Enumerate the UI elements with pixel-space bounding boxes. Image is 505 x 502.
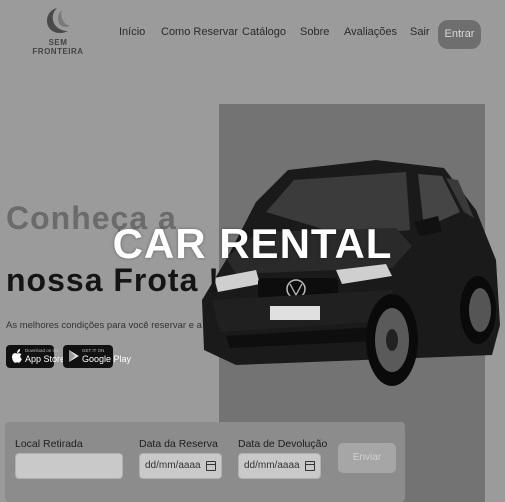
car-image [202,160,500,386]
nav-catalogo[interactable]: Catálogo [242,26,286,38]
nav-avaliacoes[interactable]: Avaliações [344,26,397,38]
nav-inicio[interactable]: Início [119,26,145,38]
calendar-icon[interactable] [305,461,315,471]
reserve-date-input[interactable]: dd/mm/aaaa [139,453,222,479]
reserve-date-value: dd/mm/aaaa [145,460,201,471]
hero-subtitle: As melhores condições para você reservar… [6,320,202,331]
pickup-label: Local Retirada [15,438,83,450]
google-play-badge[interactable]: GET IT ON Google Play [63,345,131,368]
pickup-input[interactable] [15,453,123,479]
return-date-input[interactable]: dd/mm/aaaa [238,453,321,479]
reservation-form: Local Retirada Data da Reserva dd/mm/aaa… [5,422,405,502]
nav-sobre[interactable]: Sobre [300,26,329,38]
nav-como-reservar[interactable]: Como Reservar [161,26,238,38]
app-store-text: App Store [25,354,66,364]
app-store-badge[interactable]: Download on the App Store [6,345,65,368]
header: SEM FRONTEIRA Início Como Reservar Catál… [0,0,505,72]
overlay-title: CAR RENTAL [112,220,393,267]
apple-icon [12,349,22,363]
nav-sair[interactable]: Sair [410,26,430,38]
return-date-label: Data de Devolução [238,438,328,450]
app-store-small-text: Download on the [25,348,59,353]
submit-button[interactable]: Enviar [338,443,396,473]
main-nav: Início Como Reservar Catálogo Sobre Aval… [0,26,505,46]
login-button[interactable]: Entrar [438,20,481,49]
google-play-small-text: GET IT ON [82,348,105,353]
calendar-icon[interactable] [206,461,216,471]
google-play-icon [69,350,79,362]
return-date-value: dd/mm/aaaa [244,460,300,471]
page: SEM FRONTEIRA Início Como Reservar Catál… [0,0,505,502]
google-play-text: Google Play [82,354,132,364]
reserve-date-label: Data da Reserva [139,438,218,450]
